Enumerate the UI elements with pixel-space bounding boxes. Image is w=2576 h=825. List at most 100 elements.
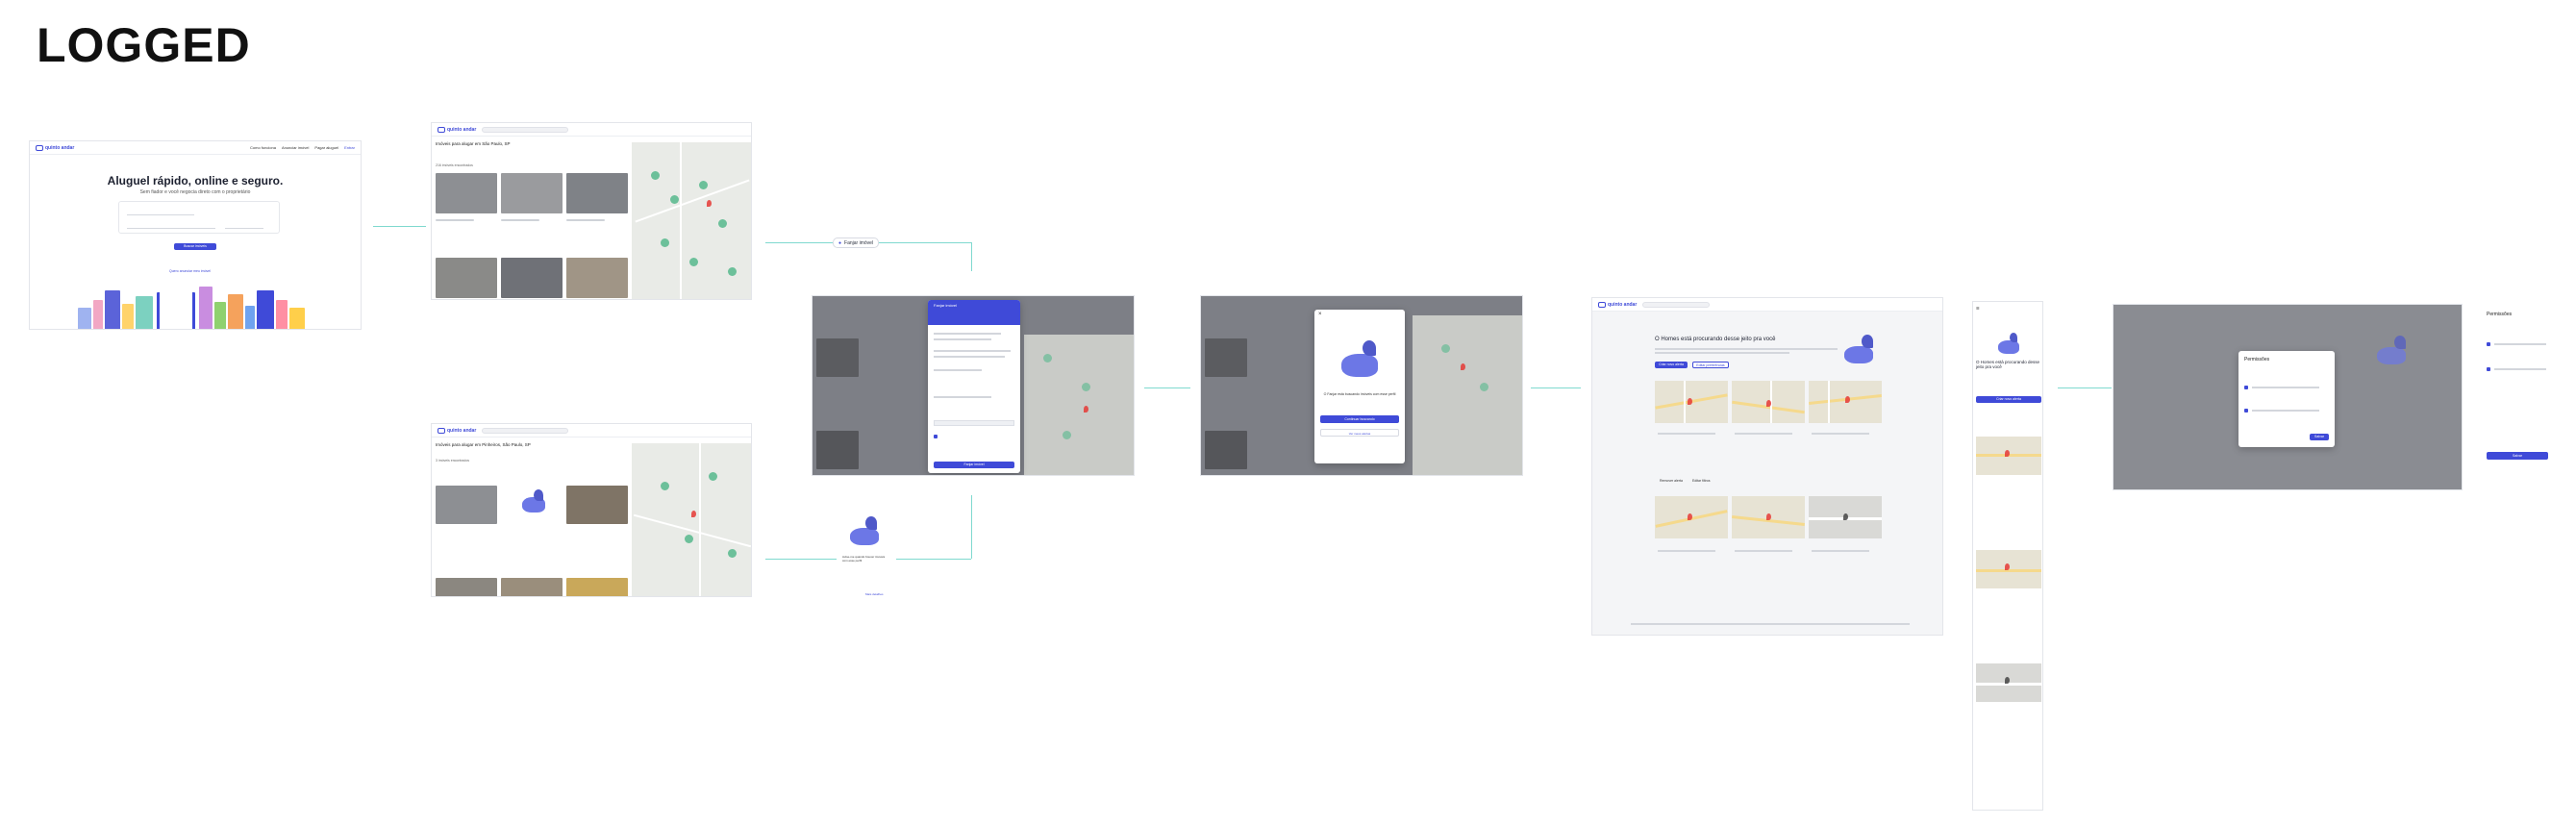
map-pin[interactable]	[651, 171, 660, 180]
nav-pay-rent[interactable]: Pagar aluguel	[314, 145, 338, 150]
listing-photo[interactable]	[436, 486, 497, 524]
mobile-title: O Homes está procurando desse jeito pra …	[1976, 360, 2040, 369]
permissions-panel-save-button[interactable]: Salvar	[2487, 452, 2548, 460]
nav-how-it-works[interactable]: Como funciona	[250, 145, 276, 150]
remove-alert-button[interactable]: Remover alerta	[1660, 479, 1683, 483]
dog-body	[850, 528, 879, 545]
listing-photo[interactable]	[566, 258, 628, 298]
permission-checkbox[interactable]	[2487, 342, 2490, 346]
listing-photo[interactable]	[436, 173, 497, 213]
dog-ear	[1862, 335, 1873, 348]
map-view[interactable]	[632, 443, 751, 596]
alert-map[interactable]	[1655, 496, 1728, 538]
map-road	[1976, 569, 2041, 572]
listing-photo[interactable]	[501, 578, 563, 596]
search-input[interactable]	[482, 427, 569, 434]
map-road	[1976, 683, 2041, 686]
alert-map[interactable]	[1732, 496, 1805, 538]
building-shape	[136, 296, 153, 329]
flow-connector	[971, 242, 972, 271]
modal-input[interactable]	[934, 420, 1014, 426]
modal-submit-button[interactable]: Fanjar imóvel	[934, 462, 1014, 468]
alert-map[interactable]	[1655, 381, 1728, 423]
map-marker[interactable]	[707, 200, 712, 207]
alert-map[interactable]	[1976, 663, 2041, 702]
brand-logo[interactable]: quinto andar	[1598, 301, 1637, 308]
alerts-button[interactable]: Ver meus alertas	[1320, 429, 1399, 437]
close-icon[interactable]: ×	[1318, 312, 1322, 317]
search-box[interactable]	[118, 201, 280, 234]
modal-checkbox[interactable]	[934, 435, 938, 438]
permission-checkbox[interactable]	[2244, 386, 2248, 389]
map-pin[interactable]	[728, 267, 737, 276]
map-pin[interactable]	[689, 258, 698, 266]
alert-text	[1735, 550, 1792, 552]
map-marker[interactable]	[691, 511, 696, 517]
map-pin	[1063, 431, 1071, 439]
permission-text	[2494, 368, 2546, 370]
nav-login[interactable]: Entrar	[344, 145, 355, 150]
board-title: LOGGED	[37, 18, 251, 72]
map-marker	[1084, 406, 1088, 412]
mobile-frame: ☰ O Homes está procurando desse jeito pr…	[1972, 301, 2043, 811]
map-pin[interactable]	[699, 181, 708, 189]
neighborhood-field[interactable]	[127, 228, 180, 229]
listing-photo[interactable]	[436, 258, 497, 298]
map-pin[interactable]	[685, 535, 693, 543]
map-view[interactable]	[632, 142, 751, 299]
logo-icon	[438, 126, 445, 133]
rooms-field[interactable]	[225, 228, 263, 229]
mobile-create-alert-button[interactable]: Criar novo alerta	[1976, 396, 2041, 403]
fanjar-tag: ● Fanjar imóvel	[833, 238, 880, 248]
permission-checkbox[interactable]	[2487, 367, 2490, 371]
dog-card-link[interactable]: Mais detalhes	[865, 592, 884, 596]
search-input[interactable]	[482, 126, 569, 133]
permissions-modal: Permissões Salvar	[2238, 351, 2335, 447]
edit-filters-button[interactable]: Editar filtros	[1692, 479, 1710, 483]
listing-photo[interactable]	[501, 258, 563, 298]
map-pin[interactable]	[661, 238, 669, 247]
dog-body	[1341, 354, 1378, 377]
building-shape	[245, 306, 255, 329]
price-field[interactable]	[177, 228, 215, 229]
map-pin[interactable]	[728, 549, 737, 558]
alert-map[interactable]	[1809, 381, 1882, 423]
alert-map[interactable]	[1976, 550, 2041, 588]
listing-photo	[1205, 431, 1247, 469]
brand-logo[interactable]: quinto andar	[36, 144, 74, 151]
alert-map[interactable]	[1732, 381, 1805, 423]
building-shape	[228, 294, 243, 329]
map-pin[interactable]	[709, 472, 717, 481]
nav-list-property[interactable]: Anunciar imóvel	[282, 145, 309, 150]
alert-text	[1812, 550, 1869, 552]
listing-photo[interactable]	[566, 578, 628, 596]
map-marker	[1766, 400, 1771, 407]
map-pin[interactable]	[661, 482, 669, 490]
create-alert-button[interactable]: Criar novo alerta	[1655, 362, 1688, 368]
search-input[interactable]	[1642, 301, 1711, 308]
map-pin[interactable]	[670, 195, 679, 204]
results-body	[1592, 312, 1942, 635]
brand-logo[interactable]: quinto andar	[438, 126, 476, 133]
permission-checkbox[interactable]	[2244, 409, 2248, 412]
permissions-panel-title: Permissões	[2487, 312, 2513, 317]
edit-preferences-button[interactable]: Editar preferências	[1692, 362, 1729, 368]
permissions-save-button[interactable]: Salvar	[2310, 434, 2329, 440]
alert-map[interactable]	[1976, 437, 2041, 475]
list-property-link[interactable]: Quero anunciar meu imóvel	[169, 269, 211, 273]
continue-button[interactable]: Continuar buscando	[1320, 415, 1399, 423]
brand-logo[interactable]: quinto andar	[438, 427, 476, 434]
dog-body	[1844, 346, 1873, 363]
alert-map[interactable]	[1809, 496, 1882, 538]
map-pin[interactable]	[718, 219, 727, 228]
map-pin	[1043, 354, 1052, 362]
logo-icon	[1598, 301, 1606, 308]
listing-photo[interactable]	[566, 486, 628, 524]
listing-photo[interactable]	[566, 173, 628, 213]
listing-photo[interactable]	[436, 578, 497, 596]
city-field[interactable]	[127, 214, 194, 215]
listing-photo[interactable]	[501, 173, 563, 213]
dog-illustration	[516, 486, 549, 518]
search-button[interactable]: Buscar imóveis	[174, 243, 216, 250]
dog-ear	[2010, 333, 2017, 342]
